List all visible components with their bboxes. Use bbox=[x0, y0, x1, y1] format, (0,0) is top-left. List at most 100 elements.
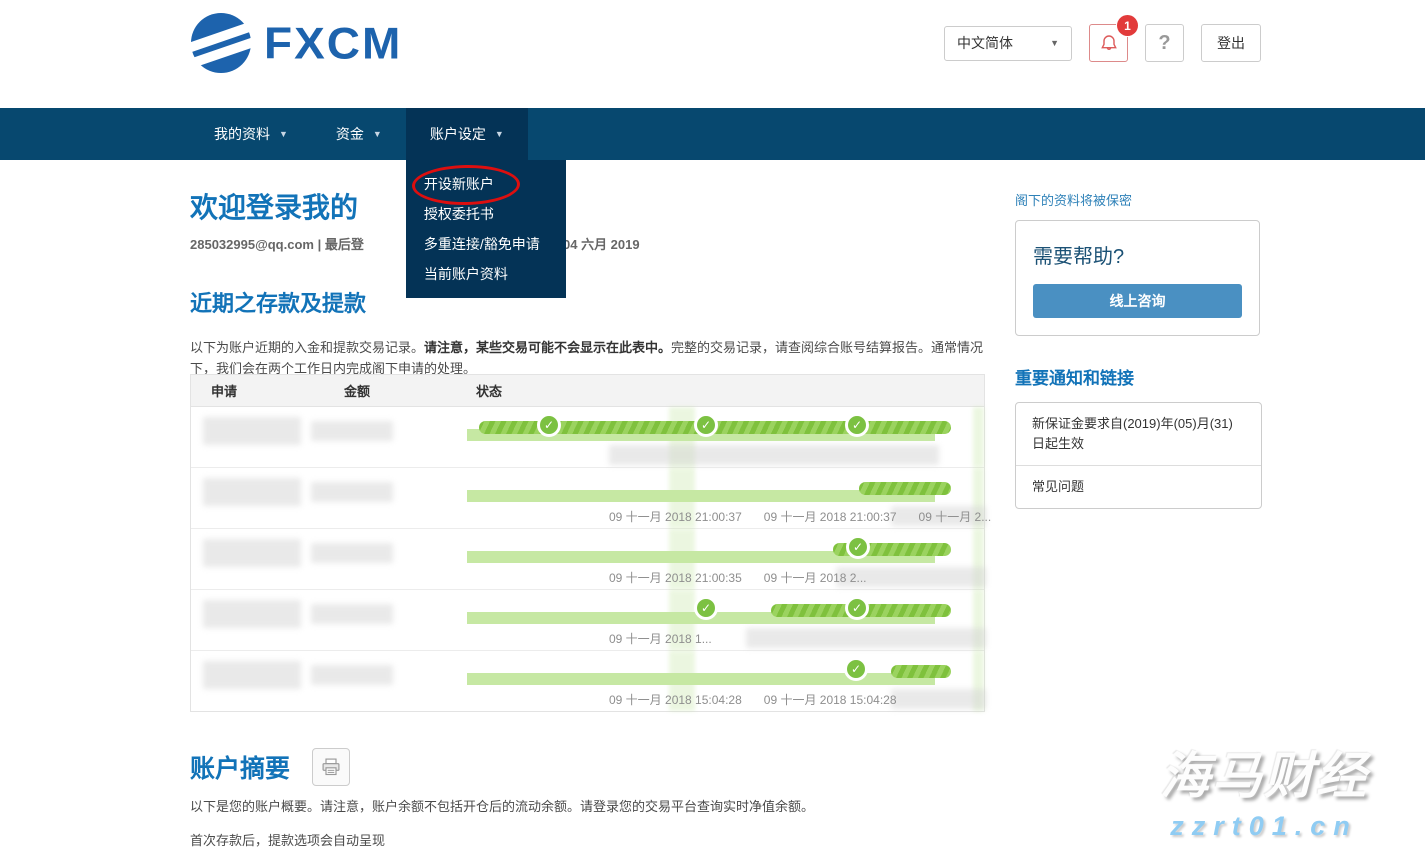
table-row: ✓ 09 十一月 2018 21:00:35 09 十一月 2018 2... bbox=[191, 529, 984, 590]
link-item-faq[interactable]: 常见问题 bbox=[1016, 465, 1261, 508]
redaction-blur bbox=[311, 482, 393, 502]
chevron-down-icon: ▼ bbox=[1050, 38, 1059, 48]
redaction-blur bbox=[311, 543, 393, 563]
last-login-date: 04 六月 2019 bbox=[563, 234, 640, 253]
column-header-request: 申请 bbox=[191, 381, 344, 400]
status-date: 09 十一月 2018 21:00:35 bbox=[609, 569, 742, 586]
redaction-blur bbox=[203, 478, 301, 506]
notification-badge: 1 bbox=[1117, 15, 1138, 36]
redaction-blur bbox=[973, 407, 984, 467]
account-info-line: 285032995@qq.com | 最后登 04 六月 2019 bbox=[190, 234, 985, 252]
summary-note: 首次存款后，提款选项会自动呈现 bbox=[190, 830, 385, 849]
chevron-down-icon: ▼ bbox=[279, 129, 288, 139]
check-icon: ✓ bbox=[844, 657, 868, 681]
progress-bar bbox=[891, 665, 951, 678]
check-icon: ✓ bbox=[845, 596, 869, 620]
status-date: 09 十一月 2018 15:04:28 bbox=[609, 691, 742, 708]
help-button[interactable]: ? bbox=[1145, 24, 1184, 62]
check-icon: ✓ bbox=[694, 413, 718, 437]
dropdown-item-open-new-account[interactable]: 开设新账户 bbox=[406, 169, 566, 199]
table-row: ✓ ✓ ✓ bbox=[191, 407, 984, 468]
redaction-blur bbox=[203, 600, 301, 628]
summary-section-header: 账户摘要 bbox=[190, 748, 350, 786]
printer-icon bbox=[321, 757, 341, 777]
nav-label: 账户设定 bbox=[430, 124, 486, 144]
logo-text: FXCM bbox=[264, 17, 402, 69]
deposits-desc-part1: 以下为账户近期的入金和提款交易记录。 bbox=[190, 340, 424, 355]
account-settings-dropdown: 开设新账户 授权委托书 多重连接/豁免申请 当前账户资料 bbox=[406, 160, 566, 298]
transactions-table: 申请 金额 状态 ✓ ✓ ✓ bbox=[190, 374, 985, 712]
redaction-blur bbox=[203, 661, 301, 689]
chevron-down-icon: ▼ bbox=[495, 129, 504, 139]
dropdown-label: 开设新账户 bbox=[424, 176, 494, 192]
bell-icon bbox=[1099, 33, 1119, 54]
nav-label: 我的资料 bbox=[214, 124, 270, 144]
status-date: 09 十一月 2018 21:00:37 bbox=[764, 508, 897, 525]
print-button[interactable] bbox=[312, 748, 350, 786]
links-list: 新保证金要求自(2019)年(05)月(31)日起生效 常见问题 bbox=[1015, 402, 1262, 509]
status-date: 09 十一月 2... bbox=[919, 508, 992, 525]
redaction-blur bbox=[311, 604, 393, 624]
check-icon: ✓ bbox=[694, 596, 718, 620]
live-chat-button[interactable]: 线上咨询 bbox=[1033, 284, 1242, 318]
summary-description: 以下是您的账户概要。请注意，账户余额不包括开仓后的流动余额。请登录您的交易平台查… bbox=[190, 796, 814, 815]
nav-label: 资金 bbox=[336, 124, 364, 144]
link-item-margin-notice[interactable]: 新保证金要求自(2019)年(05)月(31)日起生效 bbox=[1016, 403, 1261, 465]
watermark-brand: 海马财经 bbox=[1109, 736, 1419, 808]
main-nav: 我的资料 ▼ 资金 ▼ 账户设定 ▼ 开设新账户 授权委托书 多重连接/豁免申请… bbox=[0, 108, 1425, 160]
dropdown-label: 授权委托书 bbox=[424, 206, 494, 222]
progress-bar bbox=[859, 482, 951, 495]
status-date: 09 十一月 2018 15:04:28 bbox=[764, 691, 897, 708]
page-header: FXCM 中文简体 ▼ 1 ? 登出 bbox=[0, 0, 1425, 108]
redaction-blur bbox=[203, 539, 301, 567]
redaction-blur bbox=[311, 665, 393, 685]
dropdown-item-multi-link-waiver[interactable]: 多重连接/豁免申请 bbox=[406, 229, 566, 259]
check-icon: ✓ bbox=[537, 413, 561, 437]
column-header-amount: 金额 bbox=[344, 381, 476, 400]
watermark-site: zzrt01.cn bbox=[1109, 811, 1419, 842]
chevron-down-icon: ▼ bbox=[373, 129, 382, 139]
page-title: 欢迎登录我的 bbox=[190, 186, 358, 226]
check-icon: ✓ bbox=[846, 535, 870, 559]
last-login-prefix: 最后登 bbox=[325, 237, 364, 252]
fxcm-logo-icon bbox=[190, 12, 252, 74]
dropdown-item-power-of-attorney[interactable]: 授权委托书 bbox=[406, 199, 566, 229]
question-icon: ? bbox=[1158, 32, 1170, 55]
table-row: 09 十一月 2018 21:00:37 09 十一月 2018 21:00:3… bbox=[191, 468, 984, 529]
separator-glyph: | bbox=[318, 237, 322, 252]
fxcm-logo: FXCM bbox=[190, 12, 402, 74]
table-row: ✓ ✓ 09 十一月 2018 1... bbox=[191, 590, 984, 651]
watermark: 海马财经 zzrt01.cn bbox=[1109, 736, 1419, 842]
deposits-section-title: 近期之存款及提款 bbox=[190, 286, 366, 318]
header-controls: 中文简体 ▼ 1 ? 登出 bbox=[944, 24, 1261, 62]
summary-section-title: 账户摘要 bbox=[190, 749, 290, 785]
status-date: 09 十一月 2018 21:00:37 bbox=[609, 508, 742, 525]
help-card-title: 需要帮助? bbox=[1033, 240, 1242, 269]
links-section-title: 重要通知和链接 bbox=[1015, 364, 1134, 389]
status-dates: 09 十一月 2018 15:04:28 09 十一月 2018 15:04:2… bbox=[609, 691, 919, 708]
status-date: 09 十一月 2018 1... bbox=[609, 630, 712, 647]
dropdown-item-current-account-info[interactable]: 当前账户资料 bbox=[406, 259, 566, 289]
redaction-blur bbox=[311, 421, 393, 441]
redaction-blur bbox=[746, 628, 986, 648]
status-dates: 09 十一月 2018 21:00:37 09 十一月 2018 21:00:3… bbox=[609, 508, 991, 525]
redaction-blur bbox=[609, 445, 939, 465]
nav-item-my-profile[interactable]: 我的资料 ▼ bbox=[190, 108, 312, 160]
language-selector[interactable]: 中文简体 ▼ bbox=[944, 26, 1072, 61]
language-label: 中文简体 bbox=[957, 33, 1013, 53]
account-email: 285032995@qq.com bbox=[190, 237, 314, 252]
check-icon: ✓ bbox=[845, 413, 869, 437]
nav-item-funds[interactable]: 资金 ▼ bbox=[312, 108, 406, 160]
status-dates: 09 十一月 2018 21:00:35 09 十一月 2018 2... bbox=[609, 569, 889, 586]
nav-item-account-settings[interactable]: 账户设定 ▼ 开设新账户 授权委托书 多重连接/豁免申请 当前账户资料 bbox=[406, 108, 528, 160]
privacy-note: 阁下的资料将被保密 bbox=[1015, 190, 1132, 209]
table-header: 申请 金额 状态 bbox=[191, 375, 984, 407]
table-row: ✓ 09 十一月 2018 15:04:28 09 十一月 2018 15:04… bbox=[191, 651, 984, 711]
help-card: 需要帮助? 线上咨询 bbox=[1015, 220, 1260, 336]
column-header-status: 状态 bbox=[476, 381, 984, 400]
notifications-button[interactable]: 1 bbox=[1089, 24, 1128, 62]
redaction-blur bbox=[203, 417, 301, 445]
dropdown-label: 多重连接/豁免申请 bbox=[424, 236, 540, 252]
deposits-desc-bold: 请注意，某些交易可能不会显示在此表中。 bbox=[424, 340, 671, 355]
logout-button[interactable]: 登出 bbox=[1201, 24, 1261, 62]
